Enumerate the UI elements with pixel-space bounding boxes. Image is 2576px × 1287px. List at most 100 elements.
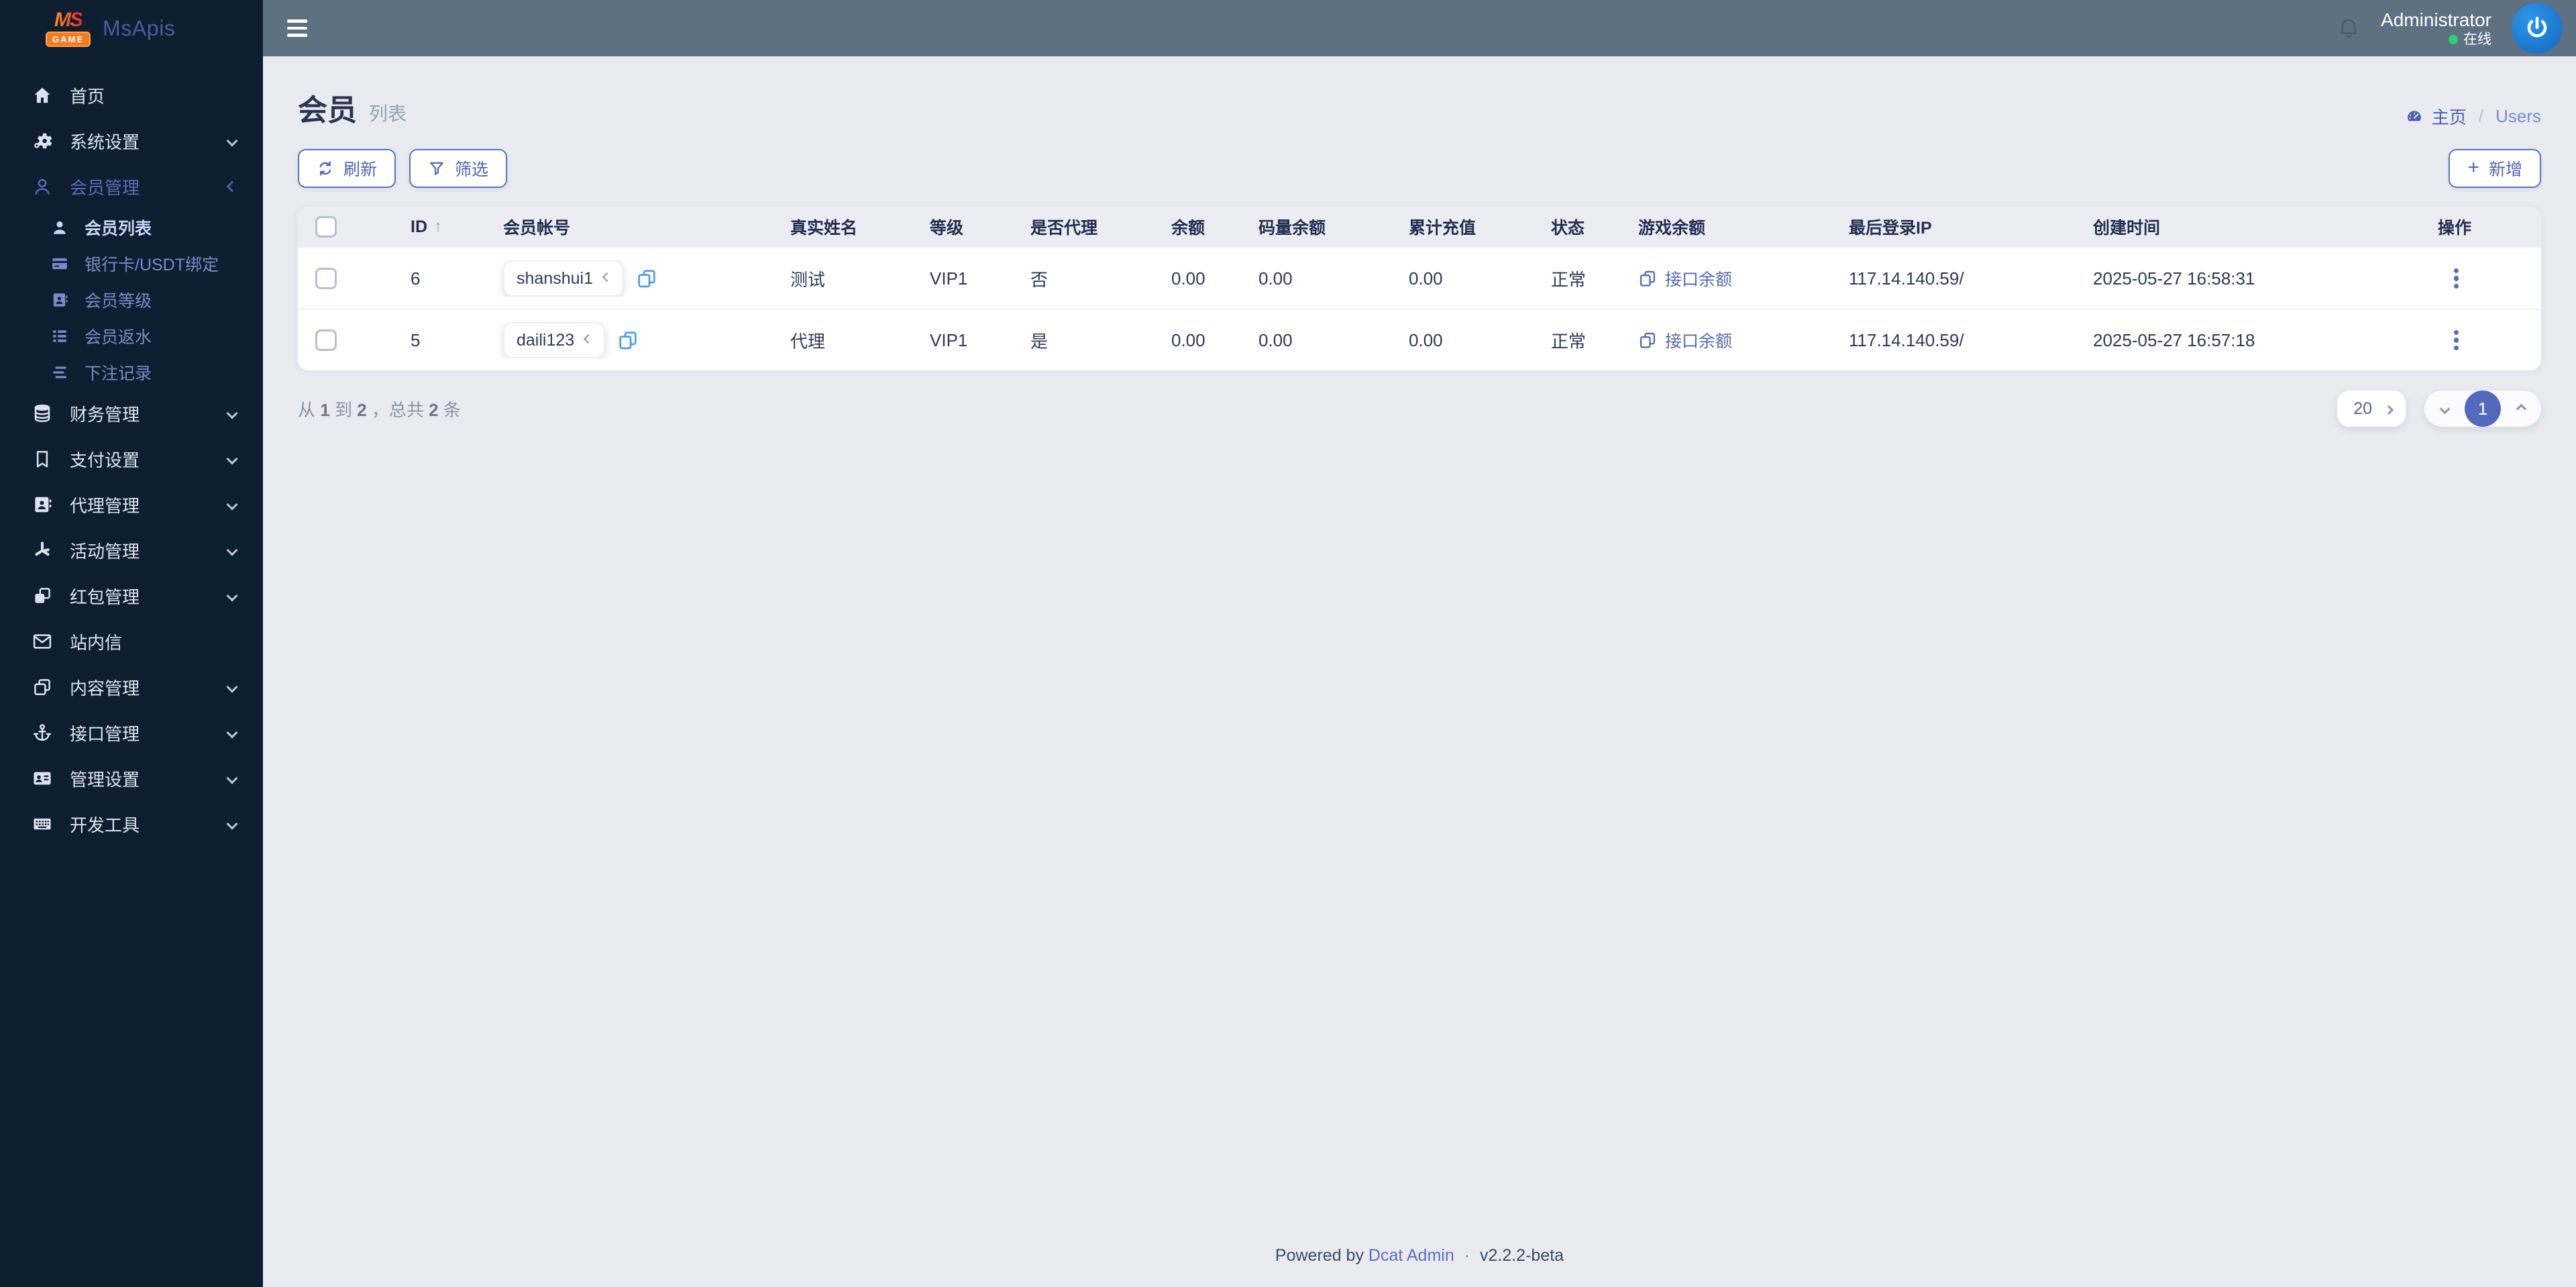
cell-game-balance: 接口余额 xyxy=(1626,266,1837,291)
chevron-left-icon xyxy=(226,681,238,693)
sidebar-item-content-management[interactable]: 内容管理 xyxy=(0,664,263,710)
members-table: ID ↑ 会员帐号 真实姓名 等级 是否代理 余额 码量余额 累计充值 状态 游戏… xyxy=(298,207,2541,370)
sidebar-item-api-management[interactable]: 接口管理 xyxy=(0,710,263,756)
column-header-status: 状态 xyxy=(1551,219,1585,238)
sidebar-item-agent-management[interactable]: 代理管理 xyxy=(0,482,263,527)
version-label: v2.2.2-beta xyxy=(1479,1246,1564,1265)
gears-icon xyxy=(32,131,52,151)
sidebar-item-label: 会员等级 xyxy=(85,292,152,311)
sidebar-item-bet-records[interactable]: 下注记录 xyxy=(0,354,263,391)
game-balance-link[interactable]: 接口余额 xyxy=(1638,328,1732,352)
sidebar-item-label: 管理设置 xyxy=(70,769,140,790)
chevron-right-icon xyxy=(2516,403,2526,414)
sidebar-item-label: 会员列表 xyxy=(85,219,152,238)
cell-is-agent: 是 xyxy=(1030,331,1049,352)
user-menu[interactable]: Administrator 在线 xyxy=(2381,9,2491,48)
row-actions-icon[interactable] xyxy=(2454,265,2459,292)
refresh-button[interactable]: 刷新 xyxy=(298,149,396,188)
sidebar-item-member-rebate[interactable]: 会员返水 xyxy=(0,318,263,354)
select-all-checkbox[interactable] xyxy=(315,216,337,238)
account-select[interactable]: shanshui1 xyxy=(503,260,624,297)
sidebar-item-dev-tools[interactable]: 开发工具 xyxy=(0,801,263,847)
address-card-icon xyxy=(51,291,68,309)
add-button[interactable]: + 新增 xyxy=(2449,149,2541,188)
brand-logo[interactable]: MS GAME MsApis xyxy=(0,0,263,56)
filter-button[interactable]: 筛选 xyxy=(409,149,508,188)
sidebar-item-home[interactable]: 首页 xyxy=(0,72,263,118)
online-dot-icon xyxy=(2449,34,2458,44)
table-row: 5 daili123 代理 VIP1 是 0.00 0.00 0.00 正常 接… xyxy=(298,309,2541,370)
copy-account-icon[interactable] xyxy=(636,268,657,289)
account-select[interactable]: daili123 xyxy=(503,322,606,358)
cell-actions xyxy=(2426,327,2541,354)
chevron-left-icon xyxy=(226,818,238,830)
sidebar-item-label: 代理管理 xyxy=(70,495,140,516)
sidebar-item-payment-settings[interactable]: 支付设置 xyxy=(0,436,263,482)
main-area: Administrator 在线 会员 列表 主页 / Users 刷新 筛选 … xyxy=(263,0,2576,1287)
cell-last-login-ip: 117.14.140.59/ xyxy=(1849,268,1964,289)
refresh-icon xyxy=(319,161,331,176)
cell-account: daili123 xyxy=(491,322,778,358)
row-checkbox[interactable] xyxy=(315,268,337,289)
address-book-icon xyxy=(32,495,52,515)
sidebar-item-member-level[interactable]: 会员等级 xyxy=(0,282,263,318)
dcat-admin-link[interactable]: Dcat Admin xyxy=(1368,1246,1454,1265)
cell-game-balance: 接口余额 xyxy=(1626,328,1837,352)
sidebar-item-label: 系统设置 xyxy=(70,132,140,152)
sidebar-item-bank-usdt-binding[interactable]: 银行卡/USDT绑定 xyxy=(0,246,263,282)
sidebar-item-label: 支付设置 xyxy=(70,450,140,470)
column-header-id[interactable]: ID ↑ xyxy=(357,217,491,237)
id-card-icon xyxy=(32,768,52,788)
pager: 1 xyxy=(2424,391,2541,427)
prev-page-button[interactable] xyxy=(2424,391,2465,427)
next-page-button[interactable] xyxy=(2501,391,2541,427)
pagination-summary: 从 1 到 2 ，总共 2 条 xyxy=(298,399,461,420)
user-name: Administrator xyxy=(2381,9,2491,30)
cell-is-agent: 否 xyxy=(1030,269,1049,290)
avatar[interactable] xyxy=(2512,3,2563,54)
row-actions-icon[interactable] xyxy=(2454,327,2459,354)
sidebar-item-site-messages[interactable]: 站内信 xyxy=(0,619,263,664)
sidebar-item-admin-settings[interactable]: 管理设置 xyxy=(0,756,263,801)
page-subtitle: 列表 xyxy=(369,103,407,124)
chevron-left-icon xyxy=(2439,403,2450,414)
current-page-button[interactable]: 1 xyxy=(2465,391,2501,427)
chevron-left-icon xyxy=(226,135,238,147)
cell-status: 正常 xyxy=(1551,269,1587,290)
database-icon xyxy=(32,403,52,423)
column-header-code-balance: 码量余额 xyxy=(1258,219,1326,238)
menu-toggle-icon[interactable] xyxy=(287,16,307,41)
sidebar-item-label: 内容管理 xyxy=(70,678,140,699)
sidebar-item-label: 会员管理 xyxy=(70,177,140,198)
app-name: MsApis xyxy=(103,15,176,40)
sidebar-menu: 首页 系统设置 会员管理 会员列表 银行卡/USDT绑定 会员等级 会员返水 下… xyxy=(0,56,263,847)
sidebar-item-finance-management[interactable]: 财务管理 xyxy=(0,391,263,436)
sidebar-item-label: 首页 xyxy=(70,86,105,107)
sidebar-item-activity-management[interactable]: 活动管理 xyxy=(0,527,263,573)
breadcrumb-home-link[interactable]: 主页 xyxy=(2405,104,2467,129)
sidebar-item-member-management[interactable]: 会员管理 xyxy=(0,164,263,209)
bell-icon[interactable] xyxy=(2337,16,2361,40)
breadcrumb-current[interactable]: Users xyxy=(2496,106,2541,127)
cell-total-recharge: 0.00 xyxy=(1409,329,1443,350)
chevron-left-icon xyxy=(226,499,238,511)
sidebar-item-label: 接口管理 xyxy=(70,723,140,744)
cell-account: shanshui1 xyxy=(491,260,778,297)
column-header-game-balance: 游戏余额 xyxy=(1638,219,1706,238)
clone-icon xyxy=(32,586,52,606)
sidebar-item-redpacket-management[interactable]: 红包管理 xyxy=(0,573,263,619)
table-row: 6 shanshui1 测试 VIP1 否 0.00 0.00 0.00 正常 … xyxy=(298,247,2541,309)
column-header-created-at: 创建时间 xyxy=(2093,219,2161,238)
chevron-left-icon xyxy=(226,727,238,739)
home-icon xyxy=(32,85,52,105)
sidebar-item-system-settings[interactable]: 系统设置 xyxy=(0,118,263,164)
chevron-left-icon xyxy=(226,772,238,784)
spark-icon xyxy=(32,540,52,560)
copy-account-icon[interactable] xyxy=(617,329,639,351)
sidebar-item-member-list[interactable]: 会员列表 xyxy=(0,209,263,246)
page-size-select[interactable]: 20 xyxy=(2337,391,2406,427)
game-balance-link[interactable]: 接口余额 xyxy=(1638,266,1732,291)
chevron-down-icon xyxy=(584,333,594,344)
row-checkbox[interactable] xyxy=(315,329,337,351)
sidebar: MS GAME MsApis 首页 系统设置 会员管理 会员列表 银行卡/USD… xyxy=(0,0,263,1287)
